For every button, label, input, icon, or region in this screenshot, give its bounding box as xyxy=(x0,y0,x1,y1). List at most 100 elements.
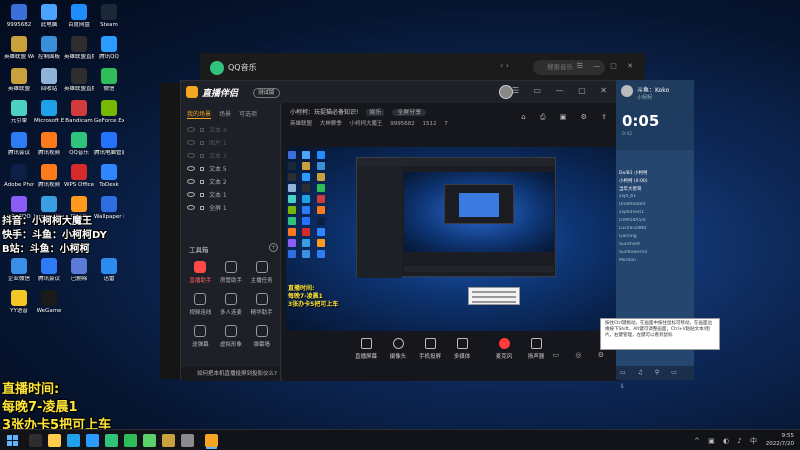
lock-icon[interactable] xyxy=(200,179,204,184)
start-icon[interactable] xyxy=(7,435,18,446)
scene-row[interactable]: 文本 3 xyxy=(185,149,277,162)
eye-icon[interactable] xyxy=(187,179,195,184)
lock-icon[interactable] xyxy=(200,127,204,132)
desktop-icon[interactable]: 腾讯会议 xyxy=(34,258,64,283)
explorer-icon[interactable] xyxy=(48,434,61,447)
desktop-icon[interactable]: 控制面板 xyxy=(34,36,64,61)
toolbar-right-icons[interactable]: ▭ ◎ ⚙ xyxy=(553,351,611,359)
desktop-icon[interactable]: 腾讯会议 xyxy=(4,132,34,157)
lock-icon[interactable] xyxy=(200,153,204,158)
lock-icon[interactable] xyxy=(200,205,204,210)
edge-icon[interactable] xyxy=(67,434,80,447)
desktop-icon[interactable]: Bandicam xyxy=(64,100,94,125)
toolbox-add-icon[interactable]: + xyxy=(269,243,278,252)
scene-row[interactable]: 文本 4 xyxy=(185,123,277,136)
music-icon[interactable] xyxy=(105,434,118,447)
window-controls-icon[interactable]: ☰ ▭ — ▢ ✕ xyxy=(512,86,613,95)
scene-row[interactable]: 文本 2 xyxy=(185,175,277,188)
toolbox-item[interactable]: 虚拟形象 xyxy=(216,325,247,348)
stage-action-icons[interactable]: ⌂ ⎙ ▣ ⚙ ⇪ xyxy=(521,113,613,122)
desktop-icon[interactable]: 英雄联盟 xyxy=(4,68,34,93)
desktop-icon[interactable]: 企业微信 xyxy=(4,258,34,283)
chat-footer-icons[interactable]: ▭ ♫ ⚲ ▭ ⇩ xyxy=(616,366,694,390)
scene-row[interactable]: 文本 1 xyxy=(185,188,277,201)
desktop-icon[interactable]: 腾讯视频 xyxy=(34,132,64,157)
capture-button[interactable]: 直播屏幕 xyxy=(353,338,379,368)
toolbox-item[interactable]: 视频连线 xyxy=(185,293,216,316)
desktop-icon[interactable]: Microsoft Edge xyxy=(34,100,64,125)
toolbox-item[interactable]: 精华助手 xyxy=(246,293,277,316)
desktop-icon[interactable]: Wallpaper Engine xyxy=(94,196,124,221)
scene-tab[interactable]: 可选项 xyxy=(239,109,257,119)
room-tag-1[interactable]: 娱乐 xyxy=(366,109,385,116)
room-name[interactable]: 小柯柯：玩捉猫必备知识! xyxy=(290,109,358,116)
eye-icon[interactable] xyxy=(187,192,195,197)
desktop-icon[interactable]: WeGame xyxy=(34,290,64,315)
desktop-icon[interactable]: Steam xyxy=(94,4,124,29)
toolbox-item[interactable]: 弹幕墙 xyxy=(246,325,277,348)
lock-icon[interactable] xyxy=(200,166,204,171)
desktop-icon[interactable]: 已删除 xyxy=(64,258,94,283)
search-icon[interactable] xyxy=(29,434,42,447)
eye-icon[interactable] xyxy=(187,153,195,158)
qq-nav-arrows-icon[interactable]: ‹ › xyxy=(500,61,509,70)
capture-button[interactable]: 多媒体 xyxy=(449,338,475,368)
wechat-icon[interactable] xyxy=(124,434,137,447)
desktop-icon[interactable]: WPS Office xyxy=(64,164,94,189)
desktop-icon[interactable]: 腾讯电脑管家 xyxy=(94,132,124,157)
eye-icon[interactable] xyxy=(187,140,195,145)
qq-icon xyxy=(101,36,117,52)
desktop-icon[interactable]: 9995682 xyxy=(4,4,34,29)
scene-row[interactable]: 图片 1 xyxy=(185,136,277,149)
toolbox-item[interactable]: 多人连麦 xyxy=(216,293,247,316)
desktop-icon[interactable]: 此电脑 xyxy=(34,4,64,29)
lock-icon[interactable] xyxy=(200,140,204,145)
app-icon[interactable] xyxy=(181,434,194,447)
desktop-icon[interactable]: Adobe Photoshop xyxy=(4,164,34,189)
live-preview[interactable]: 直播时间: 每晚7-凌晨1 3张办卡5把可上车 xyxy=(286,147,616,331)
lock-icon[interactable] xyxy=(200,192,204,197)
room-category[interactable]: 英雄联盟 xyxy=(290,121,312,127)
scene-tab[interactable]: 场景 xyxy=(219,109,231,119)
capture-button[interactable]: 麦克风 xyxy=(491,338,517,368)
desktop-icon[interactable]: ToDesk xyxy=(94,164,124,189)
desktop-icon[interactable]: 回收站 xyxy=(34,68,64,93)
chat-app-icon[interactable] xyxy=(143,434,156,447)
qq-icon[interactable] xyxy=(86,434,99,447)
desktop-icon[interactable]: 英雄联盟 WeGame版 xyxy=(4,36,34,61)
desktop-icon[interactable]: YY语音 xyxy=(4,290,34,315)
eye-icon[interactable] xyxy=(187,127,195,132)
room-tag-2[interactable]: 全屏分享 xyxy=(392,109,427,116)
desktop-icon[interactable]: QQ音乐 xyxy=(64,132,94,157)
system-tray-icons[interactable]: ^ ▣ ◐ ♪ 中 xyxy=(694,436,760,446)
toolbox-item[interactable]: 主播任务 xyxy=(246,261,277,284)
toolbox-item[interactable]: 送弹幕 xyxy=(185,325,216,348)
qq-music-title: QQ音乐 xyxy=(228,63,257,72)
desktop-icon[interactable]: 腾讯QQ xyxy=(94,36,124,61)
qq-window-controls-icon[interactable]: ☰ — ▢ ✕ xyxy=(577,62,637,70)
scene-row[interactable]: 全屏 1 xyxy=(185,201,277,214)
desktop-icon[interactable]: 英雄联盟直播bgm xyxy=(64,68,94,93)
desktop-icon-label: Steam xyxy=(100,22,118,28)
desktop-icon[interactable]: 微信 xyxy=(94,68,124,93)
desktop-icon[interactable]: 腾讯视频 xyxy=(34,164,64,189)
scene-row[interactable]: 文本 5 xyxy=(185,162,277,175)
capture-button[interactable]: 扬声器 xyxy=(523,338,549,368)
capture-button[interactable]: 摄像头 xyxy=(385,338,411,368)
scene-tab[interactable]: 我的场景 xyxy=(187,109,212,119)
capture-button[interactable]: 手机投屏 xyxy=(417,338,443,368)
desktop-icon[interactable]: GeForce Experience xyxy=(94,100,124,125)
bottom-tip[interactable]: 如何把本机直播投屏到投影仪么? xyxy=(181,367,280,381)
toolbox-item[interactable]: 直播助手 xyxy=(185,261,216,284)
desktop-icon[interactable]: 英雄联盟直播素材 xyxy=(64,36,94,61)
eye-icon[interactable] xyxy=(187,166,195,171)
streamer-app-icon[interactable] xyxy=(205,434,218,447)
preview-mini-icon xyxy=(316,239,325,247)
desktop-icon[interactable]: 迅雷 xyxy=(94,258,124,283)
desktop-icon[interactable]: 百度网盘 xyxy=(64,4,94,29)
taskbar-clock[interactable]: 9:55 2022/7/20 xyxy=(766,432,794,448)
desktop-icon[interactable]: 元引擎 xyxy=(4,100,34,125)
lol-icon[interactable] xyxy=(162,434,175,447)
eye-icon[interactable] xyxy=(187,205,195,210)
toolbox-item[interactable]: 房管助手 xyxy=(216,261,247,284)
